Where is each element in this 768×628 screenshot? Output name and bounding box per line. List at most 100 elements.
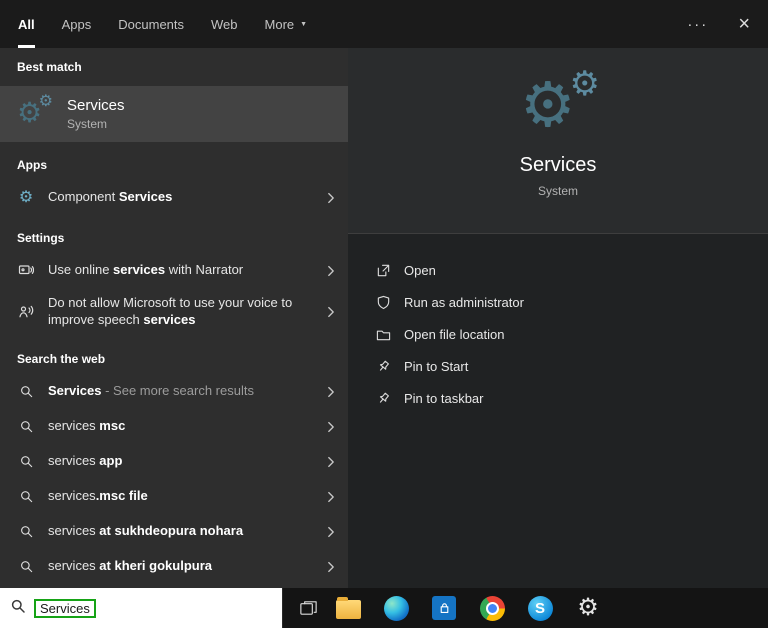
- gear-glyph-small: ⚙: [38, 93, 53, 110]
- settings-gear-icon: ⚙: [577, 594, 599, 621]
- taskbar-icons: S ⚙: [335, 588, 601, 628]
- result-web-services-sukhdeopura[interactable]: services at sukhdeopura nohara: [0, 514, 348, 549]
- tab-all[interactable]: All: [18, 0, 35, 48]
- open-icon: [375, 262, 391, 278]
- tab-more[interactable]: More ▼: [265, 0, 308, 48]
- store-icon: [432, 596, 456, 620]
- result-web-services-msc[interactable]: services msc: [0, 409, 348, 444]
- result-web-services-msc-file[interactable]: services.msc file: [0, 479, 348, 514]
- result-title: Services: [67, 97, 125, 114]
- search-icon: [17, 488, 35, 506]
- chevron-right-icon[interactable]: [324, 420, 338, 434]
- skype-icon: S: [527, 595, 553, 621]
- best-match-result-services[interactable]: ⚙ ⚙ Services System: [0, 86, 348, 142]
- filter-tabs: All Apps Documents Web More ▼: [18, 0, 307, 48]
- search-icon: [17, 453, 35, 471]
- action-label: Open file location: [404, 326, 505, 342]
- tab-apps-label: Apps: [61, 16, 92, 32]
- action-open-file-location[interactable]: Open file location: [375, 318, 768, 350]
- chevron-right-icon[interactable]: [324, 305, 338, 319]
- result-web-services-see-more[interactable]: Services - See more search results: [0, 374, 348, 409]
- more-caret-icon: ▼: [300, 20, 308, 28]
- pin-icon: [375, 390, 391, 406]
- result-text: services.msc file: [48, 488, 148, 504]
- shield-icon: [375, 294, 391, 310]
- services-gear-icon: ⚙ ⚙: [17, 93, 54, 131]
- results-panel: Best match ⚙ ⚙ Services System Apps ⚙ Co…: [0, 48, 348, 588]
- chevron-right-icon[interactable]: [324, 525, 338, 539]
- preview-panel: ⚙ ⚙ Services System Open Run as administ…: [348, 48, 768, 588]
- file-explorer-icon: [335, 597, 361, 619]
- tab-documents[interactable]: Documents: [118, 0, 184, 48]
- file-explorer-button[interactable]: [335, 588, 361, 628]
- edge-icon: [383, 595, 409, 621]
- pin-icon: [375, 358, 391, 374]
- settings-button[interactable]: ⚙: [575, 588, 601, 628]
- tab-web[interactable]: Web: [211, 0, 238, 48]
- edge-button[interactable]: [383, 588, 409, 628]
- gear-glyph-small: ⚙: [569, 65, 600, 103]
- close-icon[interactable]: ×: [738, 14, 750, 34]
- action-pin-to-start[interactable]: Pin to Start: [375, 350, 768, 382]
- tab-apps[interactable]: Apps: [62, 0, 92, 48]
- action-pin-to-taskbar[interactable]: Pin to taskbar: [375, 382, 768, 414]
- action-open[interactable]: Open: [375, 254, 768, 286]
- section-header-apps: Apps: [17, 158, 47, 172]
- result-text: services app: [48, 453, 123, 469]
- chevron-right-icon[interactable]: [324, 264, 338, 278]
- action-label: Pin to Start: [404, 358, 469, 374]
- chrome-icon: [479, 595, 505, 621]
- chevron-right-icon[interactable]: [324, 385, 338, 399]
- search-query-highlight: Services: [34, 598, 96, 618]
- speech-privacy-icon: [17, 303, 35, 321]
- result-text: Use online services with Narrator: [48, 262, 244, 278]
- chevron-right-icon[interactable]: [324, 490, 338, 504]
- taskbar: Services S ⚙: [0, 588, 768, 628]
- result-text: services at sukhdeopura nohara: [48, 523, 244, 539]
- taskbar-search-input[interactable]: Services: [0, 588, 283, 628]
- component-services-icon: ⚙: [17, 189, 35, 207]
- action-label: Run as administrator: [404, 294, 524, 310]
- result-subtitle: System: [67, 117, 108, 131]
- action-label: Pin to taskbar: [404, 390, 484, 406]
- result-web-services-kheri[interactable]: services at kheri gokulpura: [0, 549, 348, 584]
- task-view-button[interactable]: [293, 588, 323, 628]
- action-run-as-administrator[interactable]: Run as administrator: [375, 286, 768, 318]
- tab-documents-label: Documents: [118, 16, 185, 32]
- gear-glyph: ⚙: [18, 188, 34, 206]
- result-narrator-services[interactable]: Use online services with Narrator: [0, 253, 348, 288]
- search-icon: [17, 558, 35, 576]
- chevron-right-icon[interactable]: [324, 191, 338, 205]
- result-text: services msc: [48, 418, 126, 434]
- chevron-right-icon[interactable]: [324, 560, 338, 574]
- result-text: Component Services: [48, 189, 173, 205]
- options-ellipsis-icon[interactable]: ···: [687, 16, 708, 33]
- preview-actions: Open Run as administrator Open file loca…: [348, 234, 768, 414]
- action-label: Open: [404, 262, 436, 278]
- narrator-icon: [17, 262, 35, 280]
- preview-subtitle: System: [537, 184, 578, 198]
- section-header-settings: Settings: [17, 231, 65, 245]
- result-web-services-app[interactable]: services app: [0, 444, 348, 479]
- result-text: Do not allow Microsoft to use your voice…: [48, 295, 293, 327]
- preview-title: Services: [519, 154, 597, 176]
- section-header-best-match: Best match: [17, 60, 82, 74]
- result-component-services[interactable]: ⚙ Component Services: [0, 180, 348, 215]
- tab-more-label: More: [264, 16, 295, 32]
- tab-web-label: Web: [211, 16, 238, 32]
- result-text: services at kheri gokulpura: [48, 558, 212, 574]
- tab-all-label: All: [18, 16, 35, 32]
- search-icon: [17, 418, 35, 436]
- store-button[interactable]: [431, 588, 457, 628]
- preview-header: ⚙ ⚙ Services System: [348, 48, 768, 234]
- window-controls: ··· ×: [687, 0, 750, 48]
- search-icon: [17, 383, 35, 401]
- chevron-right-icon[interactable]: [324, 455, 338, 469]
- folder-icon: [375, 326, 391, 342]
- skype-button[interactable]: S: [527, 588, 553, 628]
- section-header-search-the-web: Search the web: [17, 352, 106, 366]
- result-text: Services - See more search results: [48, 383, 254, 399]
- result-speech-services[interactable]: Do not allow Microsoft to use your voice…: [0, 288, 348, 336]
- services-gear-icon-large: ⚙ ⚙: [512, 67, 604, 144]
- chrome-button[interactable]: [479, 588, 505, 628]
